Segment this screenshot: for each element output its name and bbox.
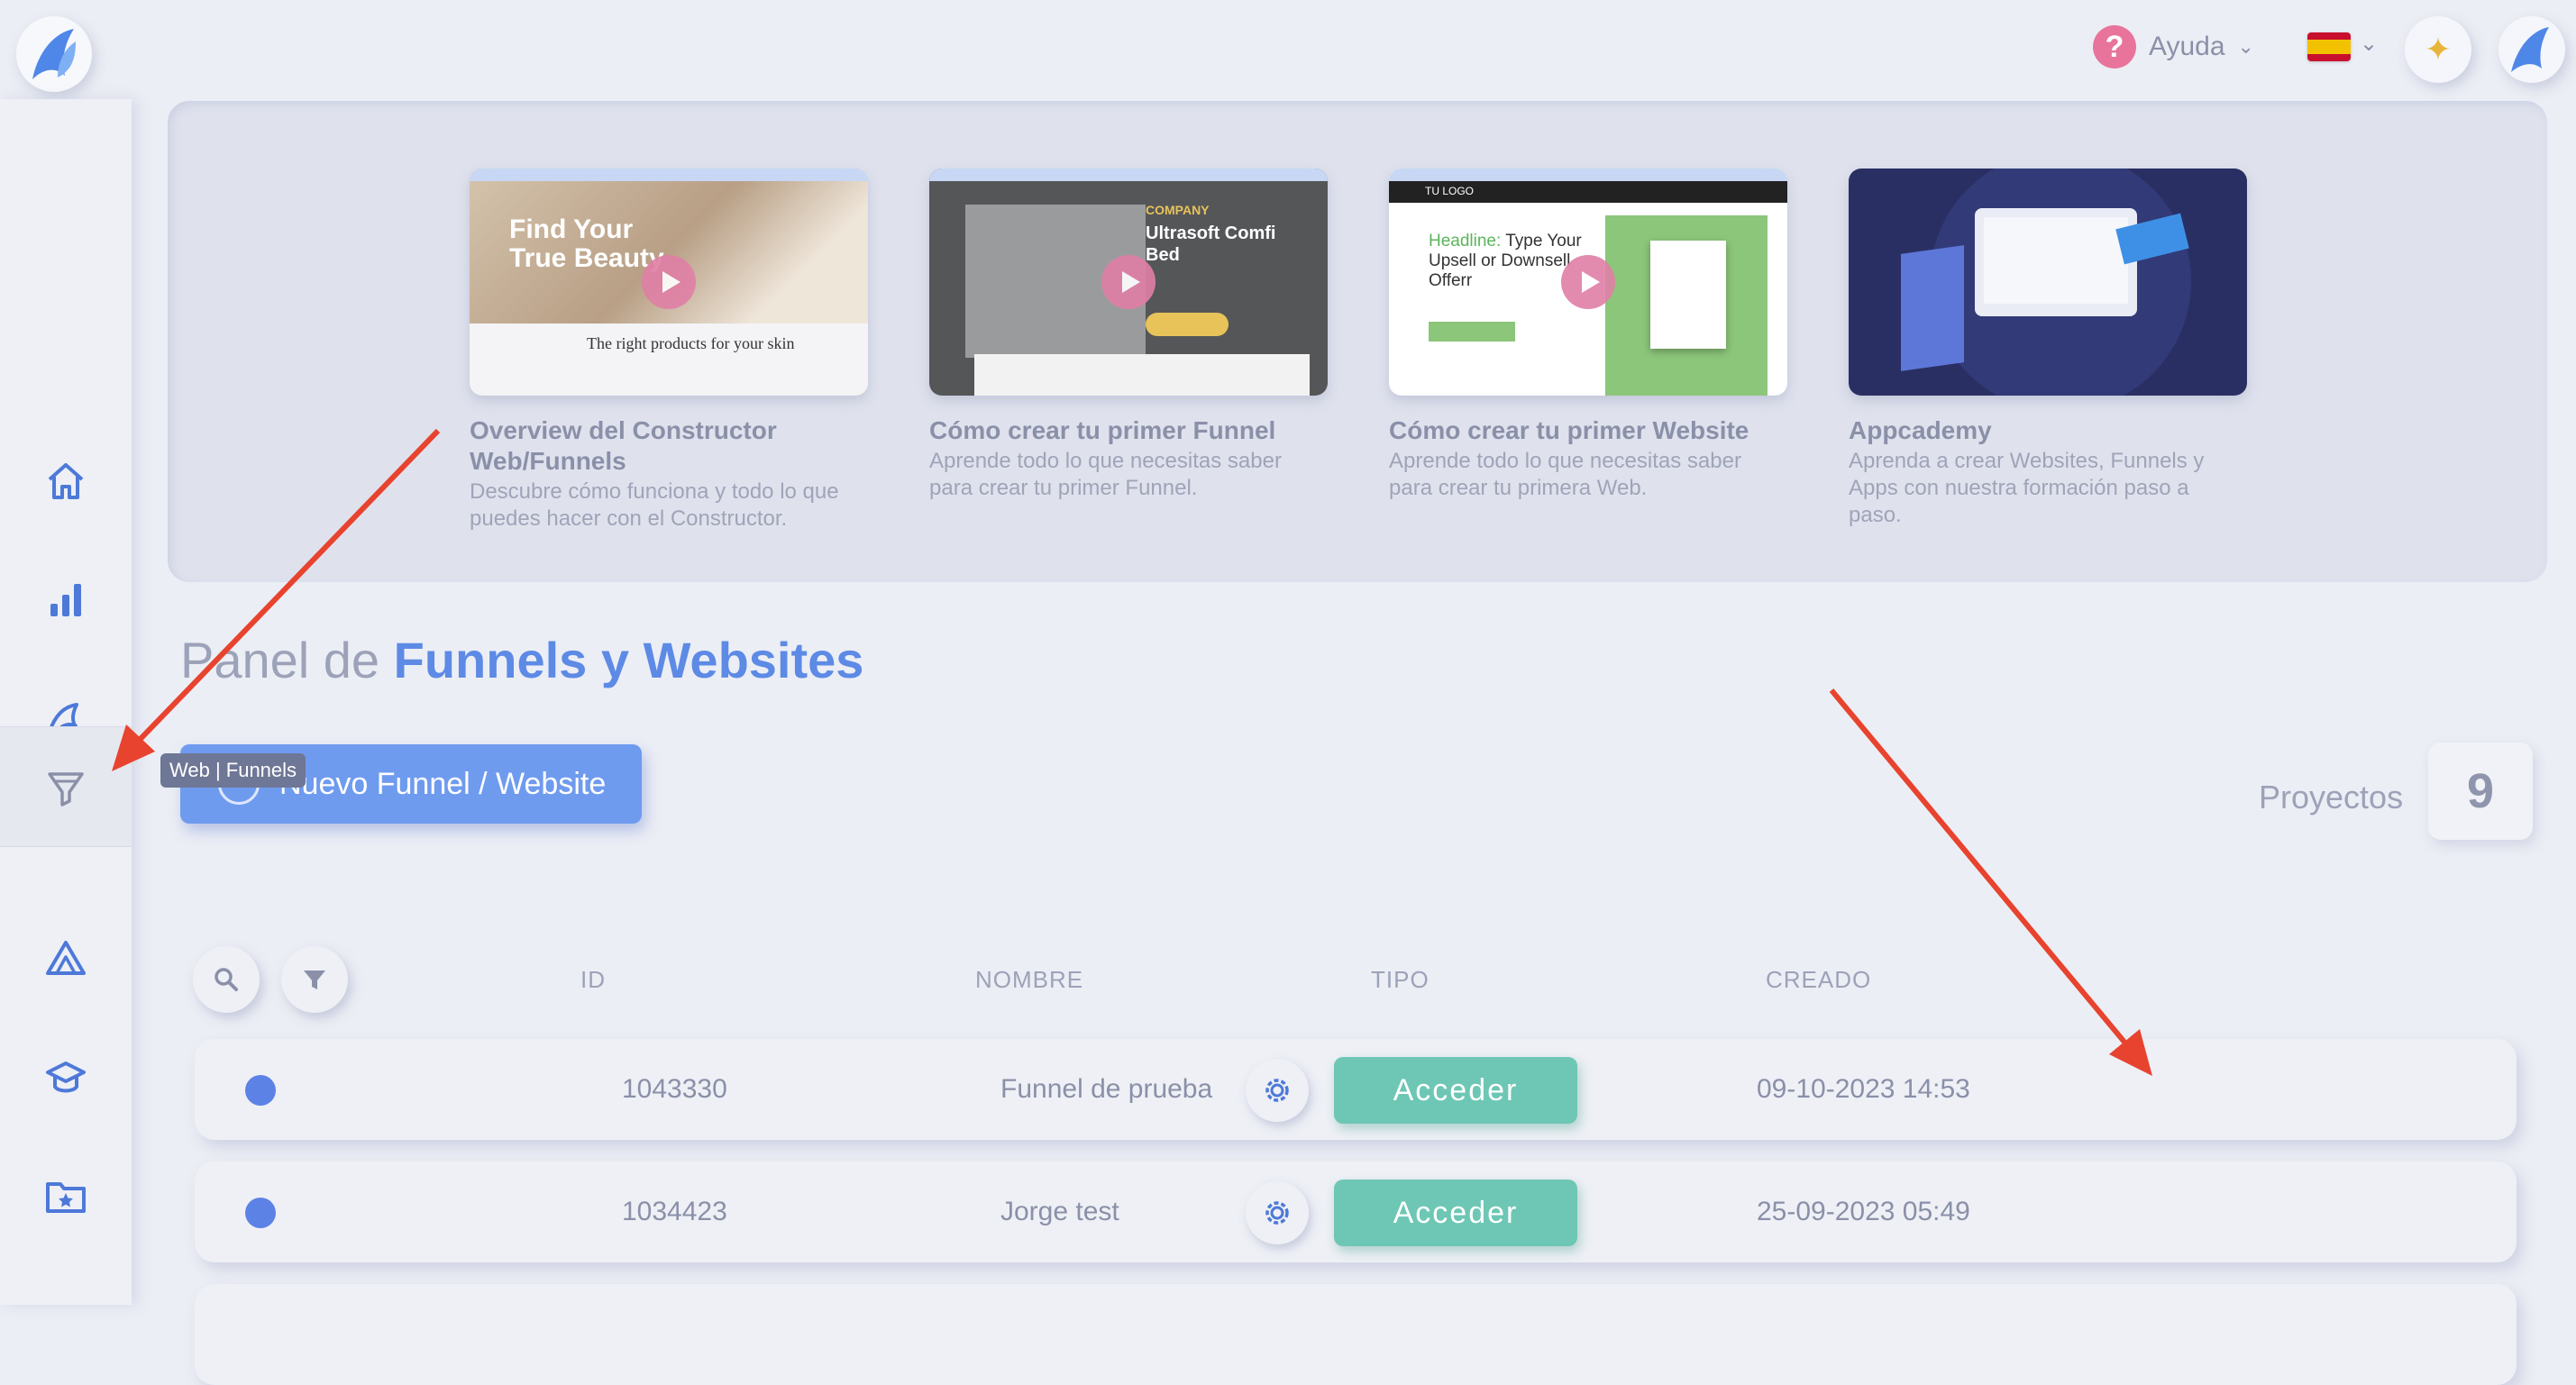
filter-icon (304, 970, 325, 989)
tutorial-description: Descubre cómo funciona y todo lo que pue… (470, 479, 839, 531)
tutorial-title[interactable]: Cómo crear tu primer Website (1389, 415, 1787, 446)
thumbnail-brand: COMPANY (1146, 203, 1210, 217)
tutorial-title[interactable]: Overview del Constructor Web/Funnels (470, 415, 868, 477)
cell-created: 09-10-2023 14:53 (1757, 1074, 1970, 1104)
folder-star-icon (46, 1182, 86, 1213)
video-thumbnail[interactable]: Find Your True Beauty The right products… (470, 169, 868, 396)
spain-flag-icon[interactable] (2307, 32, 2351, 61)
avatar-logo-icon (2511, 27, 2549, 72)
appcademy-thumbnail[interactable] (1849, 169, 2247, 396)
play-icon[interactable] (1101, 255, 1156, 309)
logo-icon (32, 29, 76, 79)
tutorial-card-website[interactable]: TU LOGO Headline: Type Your Upsell or Do… (1389, 169, 1787, 502)
table-row[interactable]: 1034423 Jorge test Funnel 25-09-2023 05:… (195, 1162, 2517, 1262)
projects-label: Proyectos (2259, 779, 2404, 816)
cell-id: 1043330 (622, 1074, 727, 1104)
settings-button[interactable] (1246, 1181, 1309, 1244)
tutorial-title[interactable]: Appcademy (1849, 415, 2247, 446)
cell-name: Funnel de prueba (1000, 1074, 1213, 1104)
table-row[interactable]: 1043330 Funnel de prueba Funnel 09-10-20… (195, 1039, 2517, 1140)
bar-chart-icon (50, 584, 81, 616)
play-icon[interactable] (1561, 255, 1615, 309)
chevron-down-icon: ⌄ (2237, 35, 2254, 58)
home-icon (48, 463, 84, 499)
column-header-type[interactable]: TIPO (1371, 966, 1430, 994)
help-menu[interactable]: ? Ayuda ⌄ (2093, 25, 2254, 68)
page-title: Panel de Funnels y Websites (180, 631, 863, 689)
status-dot (245, 1198, 276, 1228)
tutorial-card-constructor[interactable]: Find Your True Beauty The right products… (470, 169, 868, 533)
thumbnail-logo: TU LOGO (1425, 185, 1475, 197)
tutorial-description: Aprenda a crear Websites, Funnels y Apps… (1849, 449, 2205, 527)
column-header-id[interactable]: ID (580, 966, 606, 994)
search-button[interactable] (193, 946, 260, 1013)
graduation-cap-icon (46, 1062, 86, 1093)
filter-button[interactable] (281, 946, 348, 1013)
access-button[interactable]: Acceder (1334, 1180, 1577, 1246)
help-icon: ? (2093, 25, 2136, 68)
arrow-to-settings (1829, 688, 2130, 1047)
sidebar-item-triangles[interactable] (0, 899, 132, 1018)
tutorial-description: Aprende todo lo que necesitas saber para… (1389, 449, 1741, 500)
tutorial-card-funnel[interactable]: COMPANY Ultrasoft Comfi Bed Cómo crear t… (929, 169, 1328, 502)
play-icon[interactable] (642, 255, 696, 309)
cell-name: Jorge test (1000, 1197, 1119, 1226)
table-row[interactable] (195, 1284, 2517, 1385)
gear-icon (1265, 1201, 1289, 1225)
access-button[interactable]: Acceder (1334, 1057, 1577, 1124)
video-thumbnail[interactable]: TU LOGO Headline: Type Your Upsell or Do… (1389, 169, 1787, 396)
search-icon (215, 968, 238, 991)
sidebar (0, 99, 132, 1305)
settings-button[interactable] (1246, 1059, 1309, 1122)
user-avatar[interactable] (2498, 16, 2565, 83)
funnel-icon (48, 772, 84, 806)
thumbnail-headline: Ultrasoft Comfi Bed (1146, 223, 1276, 265)
sidebar-item-academy[interactable] (0, 1018, 132, 1137)
cell-id: 1034423 (622, 1197, 727, 1226)
tutorial-title[interactable]: Cómo crear tu primer Funnel (929, 415, 1328, 446)
thumbnail-subline: The right products for your skin (587, 334, 795, 352)
sparkle-icon: ✦ (2424, 31, 2453, 68)
help-label: Ayuda (2149, 32, 2225, 61)
sidebar-tooltip: Web | Funnels (160, 753, 306, 788)
cell-created: 25-09-2023 05:49 (1757, 1197, 1970, 1226)
sidebar-item-stats[interactable] (0, 541, 132, 660)
thumbnail-headline-prefix: Headline: (1429, 232, 1502, 251)
video-thumbnail[interactable]: COMPANY Ultrasoft Comfi Bed (929, 169, 1328, 396)
triangles-icon (46, 941, 86, 975)
sidebar-item-folder-star[interactable] (0, 1137, 132, 1256)
sidebar-item-home[interactable] (0, 422, 132, 541)
tutorial-card-appcademy[interactable]: Appcademy Aprenda a crear Websites, Funn… (1849, 169, 2247, 529)
chevron-down-icon[interactable]: ⌄ (2360, 31, 2378, 57)
projects-count: 9 (2428, 743, 2533, 840)
page-title-strong: Funnels y Websites (393, 632, 864, 688)
column-header-created[interactable]: CREADO (1766, 966, 1871, 994)
page-title-prefix: Panel de (180, 632, 380, 688)
new-funnel-label: Nuevo Funnel / Website (279, 766, 607, 801)
tutorial-description: Aprende todo lo que necesitas saber para… (929, 449, 1282, 500)
ai-sparkle-button[interactable]: ✦ (2405, 16, 2471, 83)
sidebar-item-web-funnels[interactable] (0, 726, 132, 847)
status-dot (245, 1075, 276, 1106)
column-header-name[interactable]: NOMBRE (975, 966, 1083, 994)
app-logo[interactable] (16, 16, 92, 92)
gear-icon (1265, 1079, 1289, 1102)
